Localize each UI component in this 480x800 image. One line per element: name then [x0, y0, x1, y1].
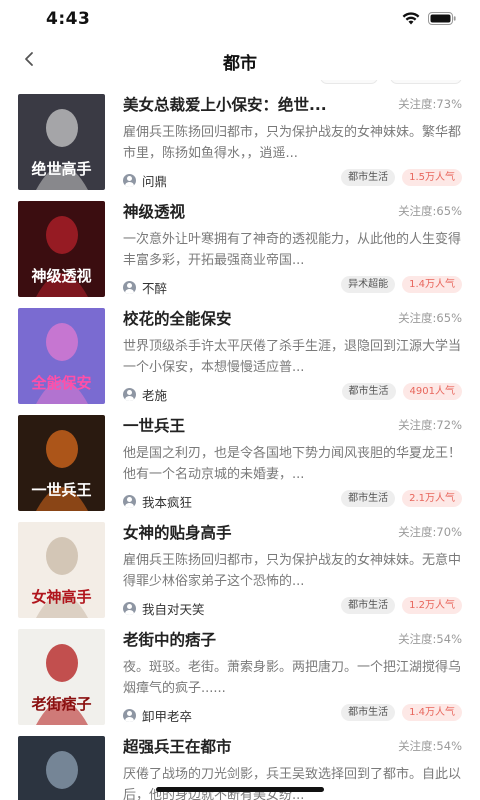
book-cover[interactable]: 神级透视 — [18, 201, 105, 297]
svg-text:全能保安: 全能保安 — [30, 374, 91, 392]
battery-icon — [428, 12, 456, 25]
book-cover[interactable]: 女神高手 — [18, 522, 105, 618]
book-description: 他是国之利刃，也是令各国地下势力闻风丧胆的华夏龙王！他有一个名动京城的未婚妻，.… — [123, 446, 462, 482]
book-title[interactable]: 神级透视 — [123, 200, 378, 222]
svg-text:神级透视: 神级透视 — [31, 267, 91, 285]
book-title[interactable]: 美女总裁爱上小保安：绝世... — [123, 93, 378, 115]
book-item[interactable]: 全能保安 校花的全能保安 关注度:65% 世界顶级杀手许太平厌倦了杀手生涯，退隐回到江… — [0, 294, 480, 404]
book-cover[interactable]: 绝世高手 — [18, 94, 105, 190]
book-tags: 异术超能 1.4万人气 — [341, 276, 462, 293]
genre-tag: 都市生活 — [341, 704, 396, 721]
book-list[interactable]: 绝世高手 美女总裁爱上小保安：绝世... 关注度:73% 雇佣兵王陈扬回归都市，只为保… — [0, 80, 480, 800]
book-item[interactable]: 老街痞子 老街中的痞子 关注度:54% 夜。斑驳。老街。萧索身影。两把唐刀。一个把江湖… — [0, 615, 480, 725]
svg-text:一世兵王: 一世兵王 — [31, 481, 91, 499]
genre-tag: 都市生活 — [341, 597, 396, 614]
genre-tag: 都市生活 — [341, 169, 396, 186]
user-icon — [123, 281, 136, 294]
book-tags: 都市生活 4901人气 — [341, 383, 462, 400]
book-item[interactable]: 神级透视 神级透视 关注度:65% 一次意外让叶寒拥有了神奇的透视能力，从此他的人生变… — [0, 187, 480, 297]
book-description: 世界顶级杀手许太平厌倦了杀手生涯，退隐回到江源大学当一个小保安，本想慢慢适应普.… — [123, 339, 462, 375]
book-tags: 都市生活 1.4万人气 — [341, 704, 462, 721]
svg-text:女神高手: 女神高手 — [31, 588, 91, 606]
book-tags: 都市生活 2.1万人气 — [341, 490, 462, 507]
attention-rate: 关注度:73% — [398, 97, 462, 111]
home-indicator — [156, 787, 324, 792]
book-tags: 都市生活 1.2万人气 — [341, 597, 462, 614]
book-cover[interactable]: 一世兵王 — [18, 415, 105, 511]
attention-rate: 关注度:65% — [398, 204, 462, 218]
attention-rate: 关注度:54% — [398, 632, 462, 646]
status-bar: 4:43 — [0, 0, 480, 40]
user-icon — [123, 709, 136, 722]
book-cover[interactable]: 全能保安 — [18, 308, 105, 404]
nav-bar: 都市 — [0, 40, 480, 80]
attention-rate: 关注度:65% — [398, 311, 462, 325]
book-title[interactable]: 一世兵王 — [123, 414, 378, 436]
page-title: 都市 — [223, 54, 257, 74]
book-title[interactable]: 超强兵王在都市 — [123, 735, 378, 757]
book-title[interactable]: 老街中的痞子 — [123, 628, 378, 650]
book-item[interactable]: 绝世高手 美女总裁爱上小保安：绝世... 关注度:73% 雇佣兵王陈扬回归都市，只为保… — [0, 80, 480, 190]
svg-text:绝世高手: 绝世高手 — [31, 160, 91, 178]
book-item[interactable]: 一世兵王 一世兵王 关注度:72% 他是国之利刃，也是令各国地下势力闻风丧胆的华夏龙王… — [0, 401, 480, 511]
status-icons — [402, 12, 456, 25]
book-cover[interactable]: 超强 — [18, 736, 105, 800]
user-icon — [123, 174, 136, 187]
popularity-tag: 2.1万人气 — [402, 490, 462, 507]
book-title[interactable]: 校花的全能保安 — [123, 307, 378, 329]
popularity-tag: 1.2万人气 — [402, 597, 462, 614]
book-title[interactable]: 女神的贴身高手 — [123, 521, 378, 543]
book-description: 厌倦了战场的刀光剑影，兵王吴致选择回到了都市。自此以后，他的身边就不断有美女纷.… — [123, 767, 462, 800]
popularity-tag: 4901人气 — [402, 383, 462, 400]
attention-rate: 关注度:70% — [398, 525, 462, 539]
popularity-tag: 1.4万人气 — [402, 276, 462, 293]
user-icon — [123, 388, 136, 401]
book-cover[interactable]: 老街痞子 — [18, 629, 105, 725]
book-description: 雇佣兵王陈扬回归都市，只为保护战友的女神妹妹。无意中得罪少林俗家弟子这个恐怖的.… — [123, 553, 462, 589]
book-description: 一次意外让叶寒拥有了神奇的透视能力，从此他的人生变得丰富多彩，开拓最强商业帝国.… — [123, 232, 462, 268]
status-time: 4:43 — [46, 9, 91, 29]
book-description: 夜。斑驳。老街。萧索身影。两把唐刀。一个把江湖搅得乌烟瘴气的疯子...... — [123, 660, 462, 696]
popularity-tag: 1.4万人气 — [402, 704, 462, 721]
genre-tag: 异术超能 — [341, 276, 396, 293]
book-description: 雇佣兵王陈扬回归都市，只为保护战友的女神妹妹。繁华都市里，陈扬如鱼得水，，逍遥.… — [123, 125, 462, 161]
user-icon — [123, 495, 136, 508]
user-icon — [123, 602, 136, 615]
attention-rate: 关注度:54% — [398, 739, 462, 753]
genre-tag: 都市生活 — [341, 490, 396, 507]
genre-tag: 都市生活 — [341, 383, 396, 400]
attention-rate: 关注度:72% — [398, 418, 462, 432]
wifi-icon — [402, 12, 420, 25]
svg-text:老街痞子: 老街痞子 — [30, 695, 91, 713]
book-tags: 都市生活 1.5万人气 — [341, 169, 462, 186]
popularity-tag: 1.5万人气 — [402, 169, 462, 186]
book-item[interactable]: 女神高手 女神的贴身高手 关注度:70% 雇佣兵王陈扬回归都市，只为保护战友的女神妹妹… — [0, 508, 480, 618]
